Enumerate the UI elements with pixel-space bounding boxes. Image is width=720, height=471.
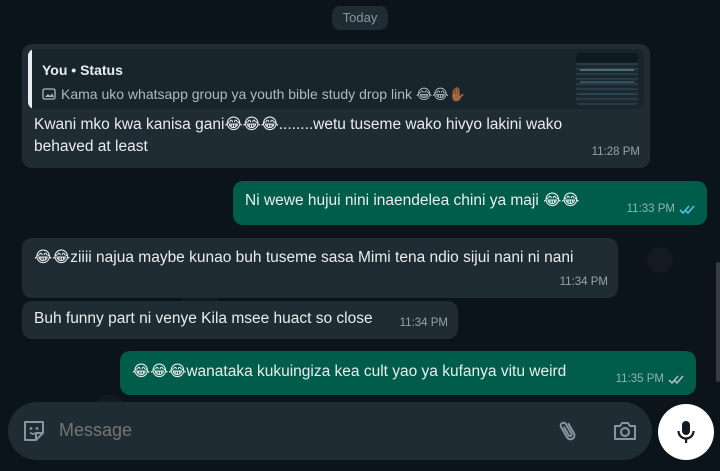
message-composer — [8, 402, 652, 460]
message-input[interactable] — [59, 420, 479, 441]
read-ticks-icon — [679, 204, 695, 214]
message-bubble-outgoing[interactable]: 😂😂😂wanataka kukuingiza kea cult yao ya k… — [120, 351, 696, 395]
camera-icon[interactable] — [611, 417, 639, 445]
message-meta: 11:33 PM — [627, 198, 697, 220]
quoted-status[interactable]: You • Status Kama uko whatsapp group ya … — [28, 49, 644, 109]
message-text: 😂😂ziiii najua maybe kunao buh tuseme sas… — [34, 249, 574, 266]
chat-scrollbar[interactable] — [716, 262, 720, 382]
message-meta: 11:34 PM — [400, 312, 448, 334]
mic-icon — [677, 421, 695, 443]
paperclip-icon[interactable] — [554, 417, 582, 445]
message-text: 😂😂😂wanataka kukuingiza kea cult yao ya k… — [132, 363, 567, 380]
message-text: Kwani mko kwa kanisa gani😂😂😂........wetu… — [34, 116, 563, 155]
message-meta: 11:34 PM — [560, 271, 608, 293]
message-meta: 11:35 PM — [616, 368, 686, 390]
message-meta: 11:28 PM — [592, 141, 640, 163]
message-text: Ni wewe hujui nini inaendelea chini ya m… — [245, 192, 580, 209]
status-thumbnail — [576, 53, 638, 105]
message-time: 11:34 PM — [559, 276, 608, 288]
photo-icon — [42, 88, 56, 100]
message-bubble-incoming[interactable]: 😂😂ziiii najua maybe kunao buh tuseme sas… — [22, 238, 618, 298]
quote-accent-bar — [28, 49, 32, 109]
message-time: 11:28 PM — [591, 146, 640, 158]
message-time: 11:34 PM — [399, 317, 448, 329]
message-text: Buh funny part ni venye Kila msee huact … — [34, 310, 373, 327]
message-time: 11:33 PM — [626, 203, 675, 215]
message-bubble-incoming[interactable]: You • Status Kama uko whatsapp group ya … — [22, 44, 650, 168]
chat-area[interactable]: Today You • Status Kama uko whatsapp gro… — [0, 0, 720, 471]
message-bubble-outgoing[interactable]: Ni wewe hujui nini inaendelea chini ya m… — [233, 181, 707, 225]
quote-author: You • Status — [42, 62, 123, 78]
message-bubble-incoming[interactable]: Buh funny part ni venye Kila msee huact … — [22, 301, 458, 339]
message-time: 11:35 PM — [615, 373, 664, 385]
delivered-ticks-icon — [668, 374, 684, 384]
sticker-icon[interactable] — [20, 417, 48, 445]
date-separator: Today — [332, 6, 388, 30]
quote-text: Kama uko whatsapp group ya youth bible s… — [61, 86, 467, 102]
voice-record-button[interactable] — [658, 404, 714, 460]
